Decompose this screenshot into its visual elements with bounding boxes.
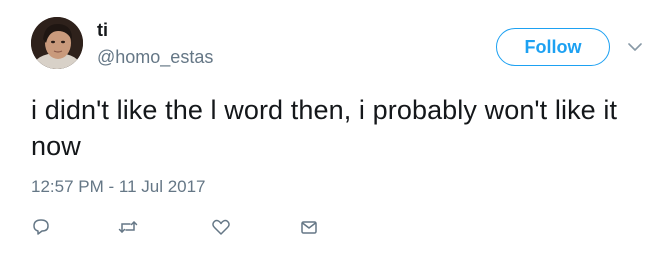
tweet-card: ti @homo_estas Follow i didn't like the … <box>0 0 666 260</box>
retweet-icon[interactable] <box>117 216 139 238</box>
avatar[interactable] <box>31 17 83 69</box>
tweet-text: i didn't like the l word then, i probabl… <box>31 95 618 161</box>
display-name[interactable]: ti <box>97 20 108 40</box>
reply-icon[interactable] <box>30 216 52 238</box>
username-handle[interactable]: @homo_estas <box>97 46 213 68</box>
chevron-down-icon[interactable] <box>626 38 644 56</box>
like-icon[interactable] <box>210 216 232 238</box>
follow-button[interactable]: Follow <box>496 28 610 66</box>
avatar-image <box>31 17 83 69</box>
tweet-timestamp[interactable]: 12:57 PM - 11 Jul 2017 <box>31 176 206 198</box>
direct-message-icon[interactable] <box>298 216 320 238</box>
